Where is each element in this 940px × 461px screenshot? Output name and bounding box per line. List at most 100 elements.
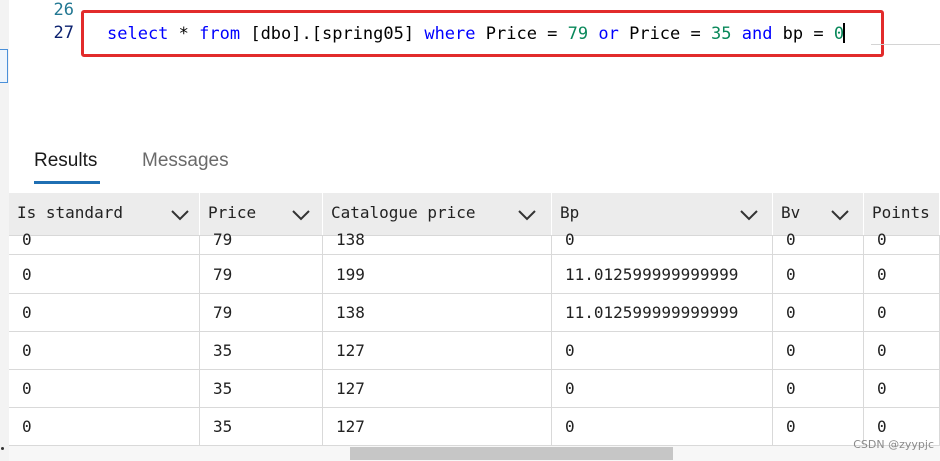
table-cell[interactable]: 0 xyxy=(552,332,773,369)
table-cell[interactable]: 127 xyxy=(323,408,552,445)
table-cell[interactable]: 127 xyxy=(323,332,552,369)
table-cell[interactable]: 0 xyxy=(552,230,773,254)
table-row[interactable]: 0 35 127 0 0 0 xyxy=(9,370,940,408)
chevron-down-icon[interactable] xyxy=(169,204,191,226)
cell-value: 0 xyxy=(22,230,32,249)
table-cell[interactable]: 0 xyxy=(773,332,864,369)
column-header-label: Catalogue price xyxy=(331,203,476,222)
cell-value: 0 xyxy=(786,265,796,284)
cell-value: 0 xyxy=(877,230,887,249)
table-cell[interactable]: 0 xyxy=(864,255,940,293)
cell-value: 11.012599999999999 xyxy=(565,265,739,284)
cell-value: 79 xyxy=(213,303,233,322)
cell-value: 0 xyxy=(786,230,796,249)
column-header-label: Price xyxy=(208,203,257,222)
cell-value: 138 xyxy=(336,303,365,322)
table-cell[interactable]: 0 xyxy=(9,230,200,254)
cell-value: 0 xyxy=(786,417,796,436)
column-header-label: Bp xyxy=(560,203,580,222)
table-cell[interactable]: 199 xyxy=(323,255,552,293)
cell-value: 0 xyxy=(877,379,887,398)
table-cell[interactable]: 0 xyxy=(552,370,773,407)
table-cell[interactable]: 0 xyxy=(773,230,864,254)
table-cell[interactable]: 0 xyxy=(773,370,864,407)
results-tabbar: Results Messages xyxy=(9,135,940,193)
results-grid[interactable]: Is standard Price Catalogue price Bp Bv Point… xyxy=(9,193,940,461)
table-cell[interactable]: 11.012599999999999 xyxy=(552,294,773,331)
column-header[interactable]: Points xyxy=(864,193,940,235)
editor-divider xyxy=(871,44,940,45)
chevron-down-icon[interactable] xyxy=(290,204,312,226)
table-cell[interactable]: 0 xyxy=(9,255,200,293)
chevron-down-icon[interactable] xyxy=(516,204,538,226)
cell-value: 0 xyxy=(877,341,887,360)
cell-value: 0 xyxy=(22,417,32,436)
cell-value: 79 xyxy=(213,230,233,249)
table-cell[interactable]: 35 xyxy=(200,408,323,445)
table-cell[interactable]: 0 xyxy=(773,294,864,331)
cell-value: 127 xyxy=(336,379,365,398)
line-number-active: 27 xyxy=(53,23,74,43)
chevron-down-icon[interactable] xyxy=(738,204,760,226)
side-dot xyxy=(1,447,4,450)
cell-value: 0 xyxy=(786,341,796,360)
table-cell[interactable]: 35 xyxy=(200,332,323,369)
cell-value: 35 xyxy=(213,417,233,436)
side-panel-marker[interactable] xyxy=(0,49,8,83)
cell-value: 0 xyxy=(877,417,887,436)
active-tab-indicator xyxy=(34,181,100,184)
table-cell[interactable]: 138 xyxy=(323,294,552,331)
cell-value: 0 xyxy=(565,230,575,249)
query-editor[interactable]: 26 27 select * from [dbo].[spring05] whe… xyxy=(9,0,940,135)
cell-value: 138 xyxy=(336,230,365,249)
cell-value: 0 xyxy=(786,379,796,398)
table-cell[interactable]: 79 xyxy=(200,255,323,293)
tab-results[interactable]: Results xyxy=(34,150,97,172)
cell-value: 0 xyxy=(565,379,575,398)
cell-value: 0 xyxy=(22,379,32,398)
table-cell[interactable]: 0 xyxy=(864,230,940,254)
cell-value: 0 xyxy=(565,341,575,360)
cell-value: 11.012599999999999 xyxy=(565,303,739,322)
query-highlight-box xyxy=(81,10,884,57)
table-cell[interactable]: 0 xyxy=(773,255,864,293)
cell-value: 0 xyxy=(786,303,796,322)
cell-value: 0 xyxy=(565,417,575,436)
table-cell[interactable]: 0 xyxy=(864,294,940,331)
table-cell[interactable]: 138 xyxy=(323,230,552,254)
table-cell[interactable]: 0 xyxy=(9,332,200,369)
table-row[interactable]: 0 79 138 11.012599999999999 0 0 xyxy=(9,294,940,332)
cell-value: 0 xyxy=(22,265,32,284)
table-cell[interactable]: 127 xyxy=(323,370,552,407)
table-cell[interactable]: 79 xyxy=(200,294,323,331)
table-row[interactable]: 0 79 138 0 0 0 xyxy=(9,230,940,255)
cell-value: 0 xyxy=(877,265,887,284)
cell-value: 199 xyxy=(336,265,365,284)
table-cell[interactable]: 11.012599999999999 xyxy=(552,255,773,293)
table-cell[interactable]: 0 xyxy=(552,408,773,445)
cell-value: 35 xyxy=(213,379,233,398)
table-cell[interactable]: 0 xyxy=(9,370,200,407)
column-header-label: Bv xyxy=(781,203,801,222)
table-row[interactable]: 0 79 199 11.012599999999999 0 0 xyxy=(9,255,940,294)
table-cell[interactable]: 0 xyxy=(773,408,864,445)
table-cell[interactable]: 0 xyxy=(864,332,940,369)
column-header-label: Points xyxy=(872,203,930,222)
horizontal-scrollbar-thumb[interactable] xyxy=(350,447,673,460)
cell-value: 127 xyxy=(336,417,365,436)
line-number: 26 xyxy=(53,0,74,20)
chevron-down-icon[interactable] xyxy=(829,204,851,226)
table-cell[interactable]: 0 xyxy=(9,294,200,331)
cell-value: 35 xyxy=(213,341,233,360)
table-cell[interactable]: 35 xyxy=(200,370,323,407)
table-cell[interactable]: 79 xyxy=(200,230,323,254)
table-row[interactable]: 0 35 127 0 0 0 xyxy=(9,408,940,446)
watermark: CSDN @zyypjc xyxy=(853,438,934,451)
table-cell[interactable]: 0 xyxy=(864,370,940,407)
cell-value: 0 xyxy=(22,303,32,322)
cell-value: 0 xyxy=(22,341,32,360)
table-cell[interactable]: 0 xyxy=(9,408,200,445)
tab-messages[interactable]: Messages xyxy=(142,150,229,172)
grid-header: Is standard Price Catalogue price Bp Bv Point… xyxy=(9,193,940,236)
table-row[interactable]: 0 35 127 0 0 0 xyxy=(9,332,940,370)
